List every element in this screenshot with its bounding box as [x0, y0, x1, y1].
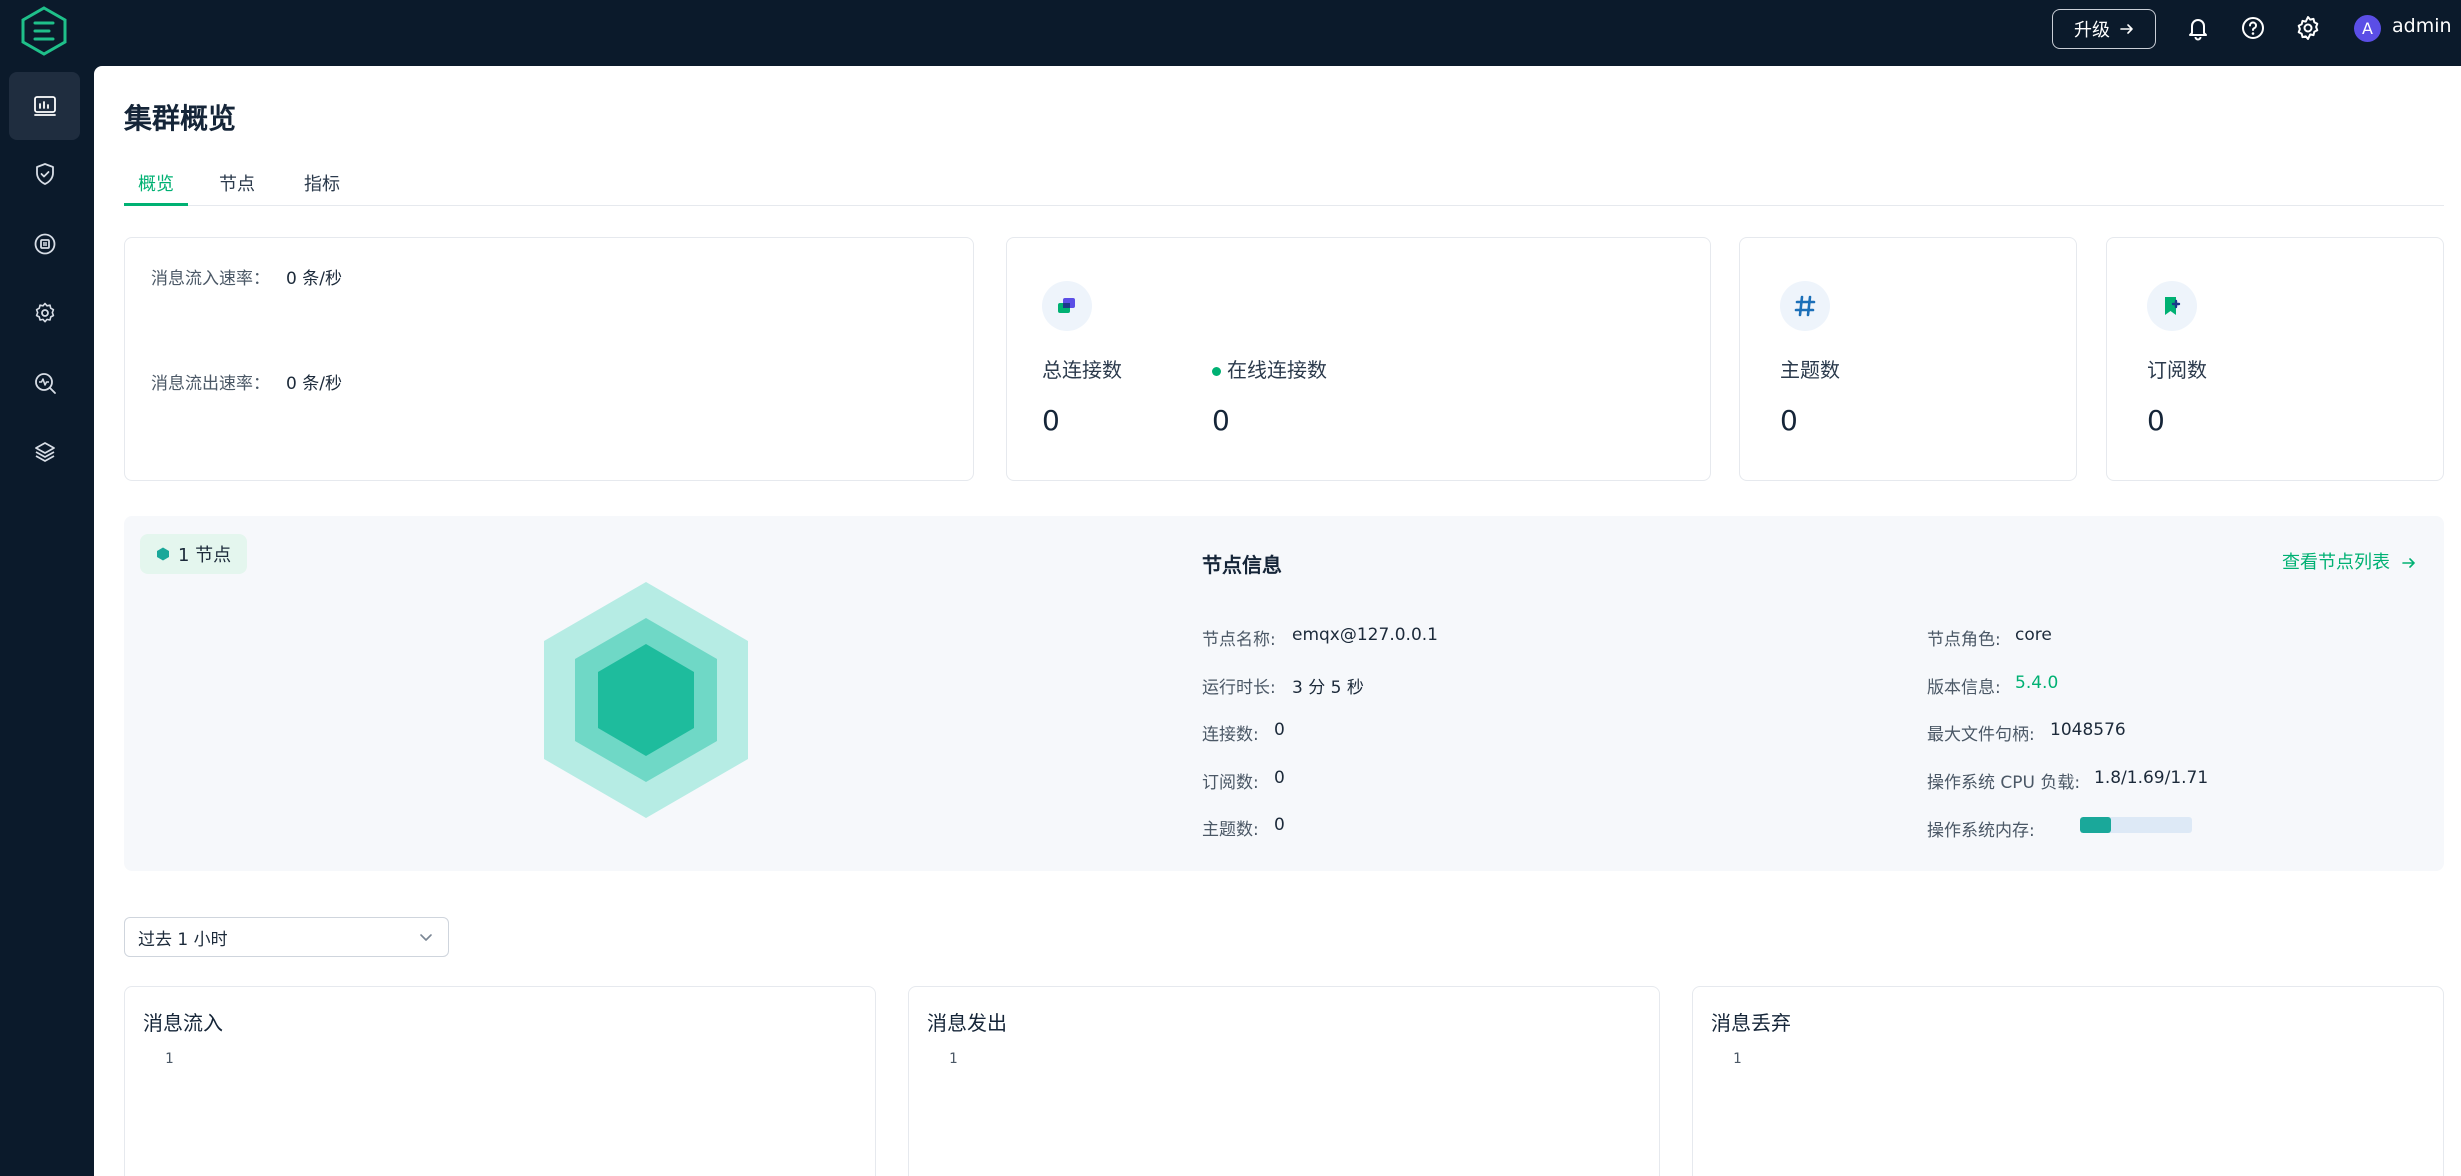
arrow-right-icon: [2401, 558, 2415, 568]
node-panel: 1 节点 节点信息 查看节点列表 节点名称: emqx@127.0.0.1 运行…: [124, 516, 2444, 871]
sidebar-item-dashboard[interactable]: [9, 72, 80, 140]
main-content: 集群概览 概览 节点 指标 消息流入速率： 0 条/秒 消息流出速率： 0 条/…: [94, 66, 2461, 1176]
upgrade-button[interactable]: 升级: [2052, 9, 2156, 49]
os-memory-bar-fill: [2080, 817, 2112, 833]
online-status-dot: [1212, 367, 1221, 376]
cpu-load-label: 操作系统 CPU 负载:: [1927, 773, 2081, 793]
version-value: 5.4.0: [2015, 673, 2059, 693]
message-rate-card: 消息流入速率： 0 条/秒 消息流出速率： 0 条/秒: [124, 237, 974, 481]
chart-title: 消息丢弃: [1711, 1011, 1791, 1035]
hexagon-icon: [157, 547, 169, 561]
subscriptions-label: 订阅数: [2147, 358, 2207, 382]
online-connections-label: 在线连接数: [1227, 358, 1327, 382]
chart-title: 消息流入: [143, 1011, 223, 1035]
chart-card-dropped: 消息丢弃 1: [1692, 986, 2444, 1176]
subscriptions-card: 订阅数 0: [2106, 237, 2444, 481]
node-subscriptions-value: 0: [1274, 768, 1285, 788]
hash-icon: [1780, 281, 1830, 331]
node-info-title: 节点信息: [1202, 553, 1282, 577]
sidebar-item-system[interactable]: [9, 418, 80, 486]
gear-management-icon: [35, 302, 54, 323]
time-range-select[interactable]: 过去 1 小时: [124, 917, 449, 957]
emqx-logo-icon[interactable]: [20, 6, 68, 56]
diagnose-icon: [34, 373, 56, 394]
inbound-rate-label: 消息流入速率：: [151, 269, 270, 289]
help-icon[interactable]: [2239, 14, 2267, 42]
chart-y-tick: 1: [165, 1051, 174, 1067]
chart-card-received: 消息流入 1: [124, 986, 876, 1176]
top-bar: 升级 A admin: [0, 0, 2461, 66]
tab-overview[interactable]: 概览: [124, 166, 188, 206]
os-memory-label: 操作系统内存:: [1927, 821, 2035, 841]
uptime-value: 3 分 5 秒: [1292, 678, 1364, 698]
settings-icon[interactable]: [2294, 14, 2322, 42]
sidebar-item-diagnose[interactable]: [9, 349, 80, 417]
view-node-list-label: 查看节点列表: [2282, 552, 2390, 573]
chart-y-tick: 1: [1733, 1051, 1742, 1067]
node-role-label: 节点角色:: [1927, 630, 2001, 650]
chart-card-sent: 消息发出 1: [908, 986, 1660, 1176]
uptime-label: 运行时长:: [1202, 678, 1276, 698]
online-connections-value: 0: [1212, 404, 1230, 437]
node-role-value: core: [2015, 625, 2052, 645]
page-title: 集群概览: [124, 102, 237, 135]
connections-card: 总连接数 0 在线连接数 0: [1006, 237, 1711, 481]
cpu-load-value: 1.8/1.69/1.71: [2094, 768, 2209, 788]
version-label: 版本信息:: [1927, 678, 2001, 698]
topics-card: 主题数 0: [1739, 237, 2077, 481]
chip-icon: [34, 233, 55, 255]
sidebar-item-integration[interactable]: [9, 210, 80, 278]
node-count-badge: 1 节点: [140, 534, 248, 574]
upgrade-label: 升级: [2074, 20, 2110, 41]
bell-icon[interactable]: [2184, 14, 2212, 42]
node-count-text: 1 节点: [178, 545, 232, 566]
chevron-down-icon: [420, 934, 432, 941]
tab-bar: 概览 节点 指标: [124, 166, 2444, 206]
max-fds-value: 1048576: [2050, 720, 2126, 740]
tab-metrics[interactable]: 指标: [304, 166, 340, 206]
topics-value: 0: [1780, 404, 1798, 437]
view-node-list-link[interactable]: 查看节点列表: [2282, 548, 2416, 574]
sidebar-item-access-control[interactable]: [9, 140, 80, 208]
shield-check-icon: [35, 163, 54, 185]
node-name-label: 节点名称:: [1202, 630, 1276, 650]
layers-icon: [34, 442, 55, 462]
chart-y-tick: 1: [949, 1051, 958, 1067]
outbound-rate-label: 消息流出速率：: [151, 374, 270, 394]
max-fds-label: 最大文件句柄:: [1927, 725, 2035, 745]
subscriptions-value: 0: [2147, 404, 2165, 437]
node-connections-label: 连接数:: [1202, 725, 1259, 745]
total-connections-value: 0: [1042, 404, 1060, 437]
time-range-value: 过去 1 小时: [138, 929, 228, 950]
node-hexagon-graphic[interactable]: [541, 580, 751, 820]
tab-nodes[interactable]: 节点: [219, 166, 255, 206]
node-name-value: emqx@127.0.0.1: [1292, 625, 1438, 645]
sidebar-item-management[interactable]: [9, 279, 80, 347]
os-memory-bar: [2080, 817, 2192, 833]
bookmark-add-icon: [2147, 281, 2197, 331]
sidebar: [0, 66, 94, 1176]
node-connections-value: 0: [1274, 720, 1285, 740]
connections-icon: [1042, 281, 1092, 331]
avatar[interactable]: A: [2354, 15, 2381, 42]
chart-title: 消息发出: [927, 1011, 1007, 1035]
avatar-letter: A: [2362, 19, 2373, 38]
total-connections-label: 总连接数: [1042, 358, 1122, 382]
inbound-rate-value: 0 条/秒: [286, 269, 342, 289]
node-subscriptions-label: 订阅数:: [1202, 773, 1259, 793]
username[interactable]: admin: [2392, 15, 2452, 37]
node-topics-label: 主题数:: [1202, 820, 1259, 840]
node-topics-value: 0: [1274, 815, 1285, 835]
dashboard-icon: [33, 96, 56, 116]
arrow-right-icon: [2120, 24, 2133, 34]
outbound-rate-value: 0 条/秒: [286, 374, 342, 394]
online-connections-label-wrap: 在线连接数: [1212, 354, 1327, 383]
topics-label: 主题数: [1780, 358, 1840, 382]
